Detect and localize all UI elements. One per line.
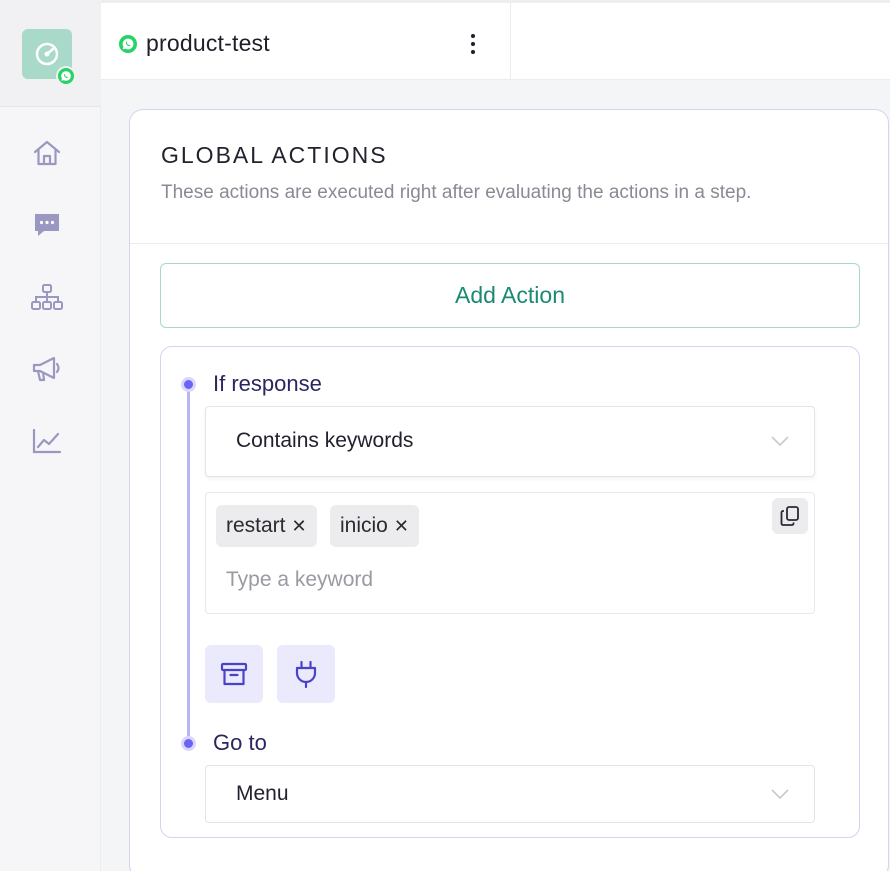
- keyword-input[interactable]: [226, 563, 726, 597]
- go-to-select[interactable]: Menu: [205, 765, 815, 823]
- remove-keyword-icon[interactable]: ✕: [292, 516, 307, 537]
- condition-value: Contains keywords: [236, 429, 414, 452]
- whatsapp-badge-icon: [56, 66, 76, 86]
- bot-logo-icon: [35, 42, 59, 66]
- if-response-label: If response: [213, 371, 322, 396]
- chevron-down-icon: [771, 436, 789, 447]
- more-options-icon[interactable]: [465, 29, 481, 59]
- archive-button[interactable]: [205, 645, 263, 703]
- megaphone-icon[interactable]: [30, 352, 64, 386]
- home-icon[interactable]: [30, 136, 64, 170]
- bot-selector[interactable]: product-test: [118, 30, 270, 57]
- sidebar: [0, 0, 101, 871]
- go-to-value: Menu: [236, 782, 289, 805]
- whatsapp-icon: [119, 34, 137, 53]
- keyword-chip: inicio ✕: [330, 505, 419, 547]
- action-item: If response Contains keywords restart ✕ …: [160, 346, 860, 838]
- bot-name: product-test: [146, 30, 270, 56]
- flow-icon[interactable]: [30, 280, 64, 314]
- copy-icon[interactable]: [772, 498, 808, 534]
- plug-icon: [295, 660, 317, 689]
- keywords-input-box[interactable]: restart ✕ inicio ✕: [205, 492, 815, 614]
- global-actions-card: GLOBAL ACTIONS These actions are execute…: [129, 109, 889, 871]
- bot-avatar[interactable]: [22, 29, 76, 86]
- timeline-dot: [181, 377, 196, 392]
- analytics-icon[interactable]: [30, 424, 64, 458]
- chat-icon[interactable]: [30, 208, 64, 242]
- keyword-chip-label: restart: [226, 514, 286, 537]
- chevron-down-icon: [771, 789, 789, 800]
- logo-area: [0, 0, 101, 107]
- keyword-chip: restart ✕: [216, 505, 317, 547]
- integration-button[interactable]: [277, 645, 335, 703]
- add-action-button[interactable]: Add Action: [160, 263, 860, 328]
- keyword-chip-label: inicio: [340, 514, 388, 537]
- card-title: GLOBAL ACTIONS: [161, 142, 388, 168]
- timeline-dot: [181, 736, 196, 751]
- archive-icon: [220, 662, 248, 686]
- condition-select[interactable]: Contains keywords: [205, 406, 815, 477]
- timeline-line: [187, 384, 190, 744]
- topbar-divider: [510, 3, 511, 80]
- top-bar: product-test: [101, 0, 890, 80]
- card-subtitle: These actions are executed right after e…: [161, 182, 752, 203]
- go-to-label: Go to: [213, 730, 267, 755]
- card-divider: [130, 243, 888, 244]
- remove-keyword-icon[interactable]: ✕: [394, 516, 409, 537]
